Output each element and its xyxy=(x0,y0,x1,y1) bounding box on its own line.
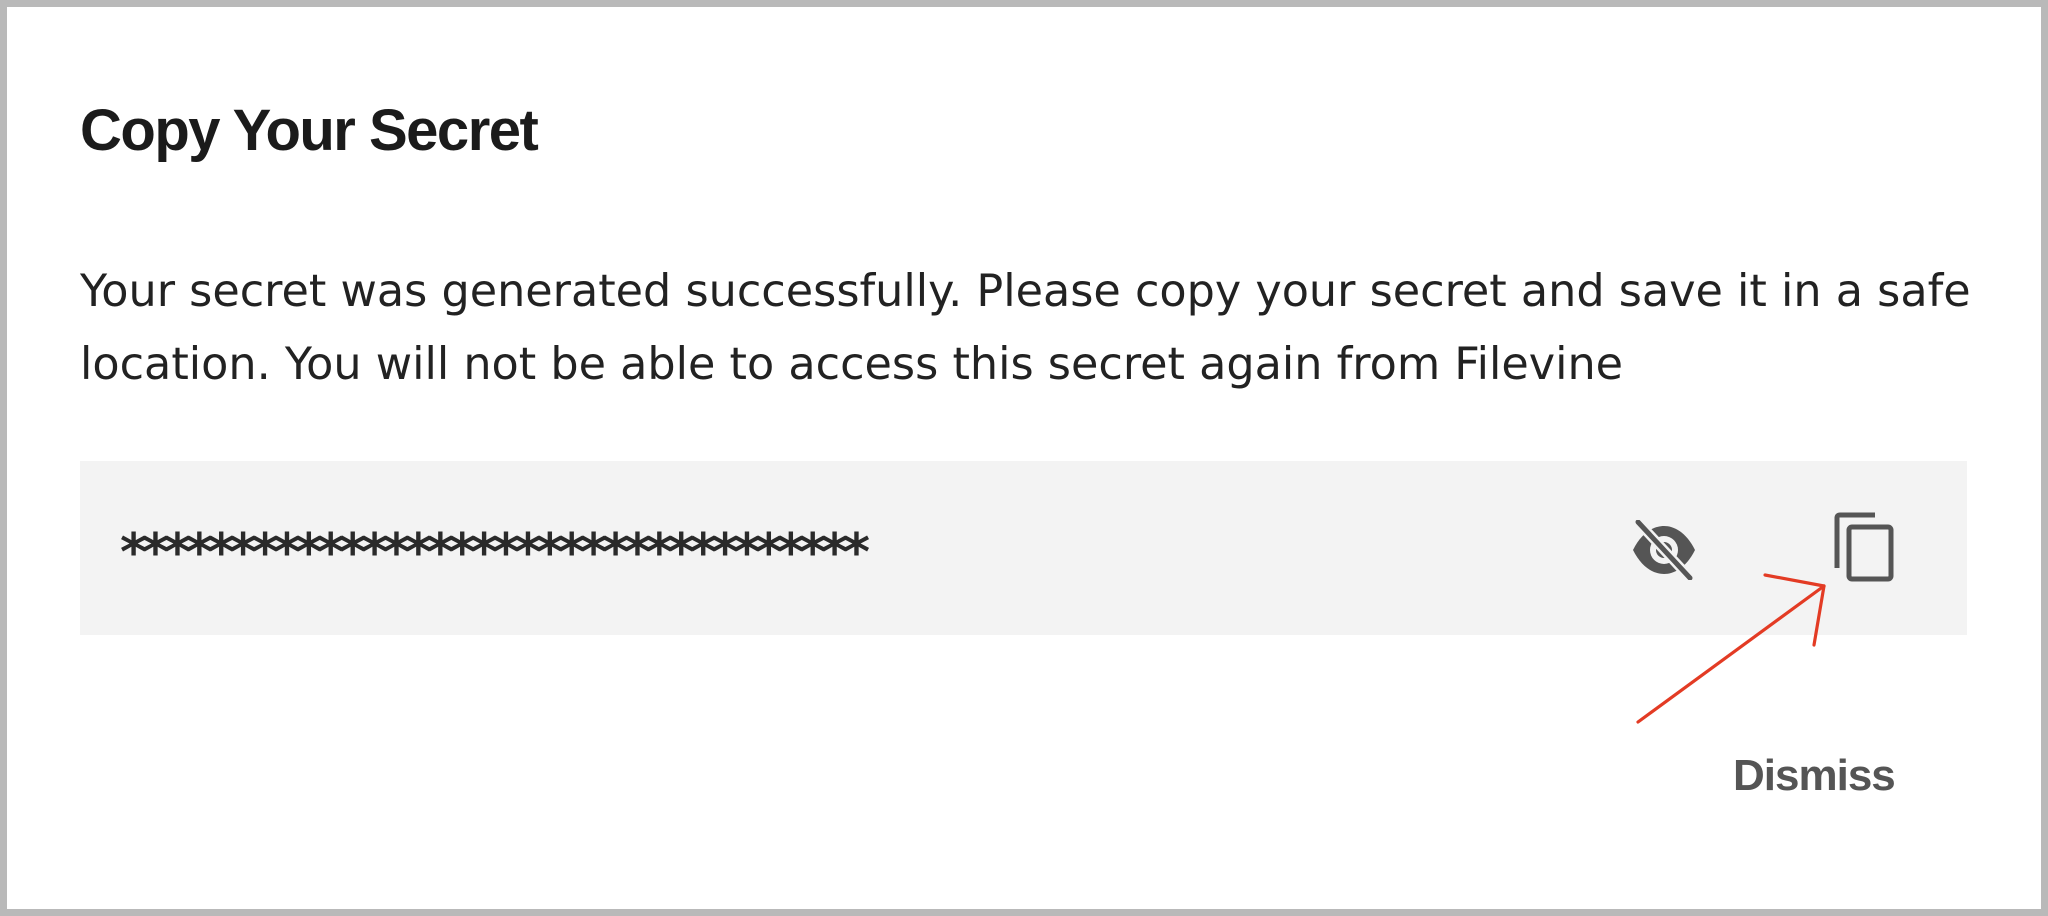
dialog-message: Your secret was generated successfully. … xyxy=(80,266,1971,390)
window-frame: Copy Your Secret Your secret was generat… xyxy=(0,0,2048,916)
visibility-off-icon xyxy=(1633,520,1695,580)
dialog-title: Copy Your Secret xyxy=(80,98,539,163)
dismiss-button[interactable]: Dismiss xyxy=(1733,751,1896,801)
copy-secret-button[interactable] xyxy=(1825,505,1905,589)
secret-masked-value: ********************************** xyxy=(118,523,872,583)
copy-icon xyxy=(1834,512,1894,582)
toggle-visibility-button[interactable] xyxy=(1626,512,1702,588)
secret-field[interactable]: ********************************** xyxy=(80,461,1967,635)
copy-secret-dialog: Copy Your Secret Your secret was generat… xyxy=(7,7,2041,909)
